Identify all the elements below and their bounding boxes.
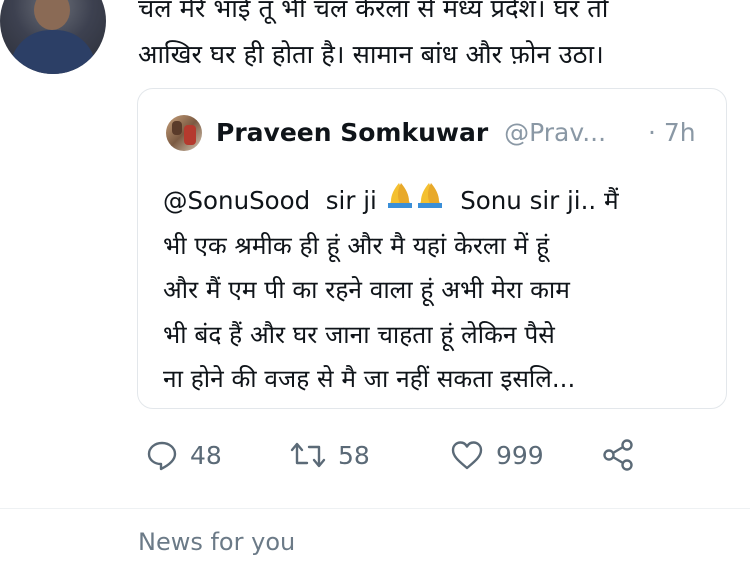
retweet-count: 58 — [338, 440, 370, 470]
quoted-line-3: और मैं एम पी का रहने वाला हूं अभी मेरा क… — [163, 275, 570, 304]
heart-icon — [451, 441, 483, 470]
tweet-actions: 48 58 999 — [138, 432, 738, 478]
quoted-line-5: ना होने की वजह से मै जा नहीं सकता इसलि..… — [163, 364, 576, 393]
quoted-tweet-card[interactable]: Praveen Somkuwar @Prav... · 7h @SonuSood… — [137, 88, 727, 409]
quoted-line-4: भी बंद हैं और घर जाना चाहता हूं लेकिन पै… — [163, 319, 555, 349]
reply-button[interactable]: 48 — [146, 432, 222, 478]
news-section-heading: News for you — [138, 528, 296, 556]
quoted-author-handle[interactable]: @Prav... — [504, 118, 606, 147]
like-count: 999 — [496, 440, 544, 470]
quoted-text: sir ji — [325, 186, 377, 215]
quoted-tweet-time[interactable]: · 7h — [648, 113, 696, 153]
avatar-head — [34, 0, 70, 30]
share-button[interactable] — [600, 432, 636, 478]
author-avatar[interactable] — [0, 0, 106, 74]
folded-hands-emoji — [387, 183, 442, 208]
share-icon — [603, 439, 633, 471]
reply-icon — [147, 441, 177, 471]
quoted-line-2: भी एक श्रमीक ही हूं और मै यहां केरला में… — [163, 230, 550, 260]
quoted-author-name[interactable]: Praveen Somkuwar — [216, 118, 488, 147]
retweet-icon — [290, 442, 326, 468]
quoted-author-avatar[interactable] — [166, 115, 202, 151]
quoted-tweet-header: Praveen Somkuwar @Prav... — [216, 113, 606, 153]
quoted-text: Sonu sir ji.. मैं — [460, 186, 619, 215]
avatar-figure — [172, 121, 182, 135]
like-button[interactable]: 999 — [450, 432, 544, 478]
retweet-button[interactable]: 58 — [290, 432, 370, 478]
quoted-line-1: @SonuSood sir ji Sonu sir ji.. मैं — [163, 179, 708, 224]
avatar-figure — [184, 125, 196, 145]
mention-link[interactable]: @SonuSood — [163, 186, 310, 215]
avatar-shirt — [10, 30, 96, 74]
quoted-tweet-body: @SonuSood sir ji Sonu sir ji.. मैं भी एक… — [163, 179, 708, 402]
section-divider — [0, 508, 750, 509]
reply-count: 48 — [190, 440, 222, 470]
tweet-text: चल मेरे भाई तू भी चल केरला से मध्य प्रदे… — [138, 0, 609, 70]
